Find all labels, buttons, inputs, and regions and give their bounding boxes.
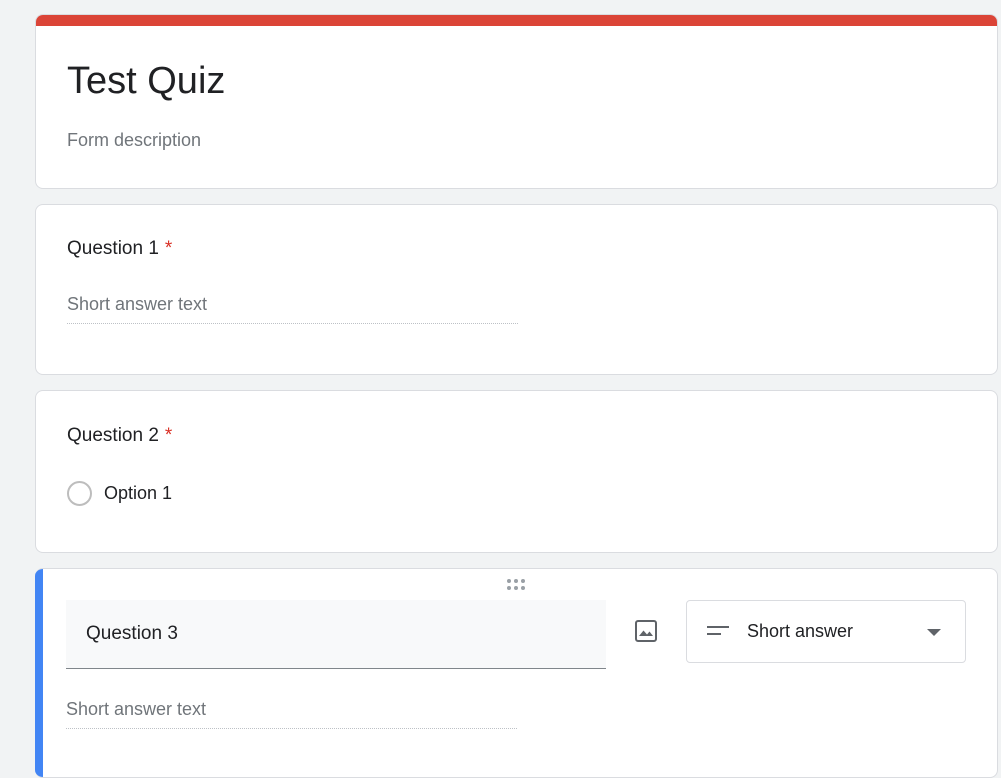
option-label: Option 1 bbox=[104, 483, 173, 503]
radio-button[interactable] bbox=[67, 481, 92, 506]
question-card-3-active[interactable]: Question 3 Short answer Short answer tex… bbox=[35, 568, 998, 778]
question-type-dropdown[interactable]: Short answer bbox=[686, 600, 966, 663]
question-card-2[interactable]: Question 2 * Option 1 bbox=[35, 390, 998, 553]
required-asterisk: * bbox=[164, 425, 173, 446]
short-answer-field: Short answer text bbox=[67, 294, 518, 324]
option-row[interactable]: Option 1 bbox=[67, 481, 172, 506]
question-title: Question 1 * bbox=[67, 238, 172, 260]
image-icon bbox=[635, 620, 657, 642]
question-title: Question 2 * bbox=[67, 425, 172, 447]
form-title[interactable]: Test Quiz bbox=[67, 59, 225, 103]
required-asterisk: * bbox=[164, 238, 173, 259]
form-header-card[interactable]: Test Quiz Form description bbox=[35, 14, 998, 189]
add-image-button[interactable] bbox=[631, 616, 661, 646]
question-type-label: Short answer bbox=[747, 621, 854, 641]
question-title-input[interactable]: Question 3 bbox=[66, 600, 606, 669]
question-title-text: Question 1 bbox=[67, 238, 159, 259]
active-indicator-bar bbox=[35, 569, 43, 777]
question-title-text: Question 3 bbox=[86, 623, 178, 644]
question-card-1[interactable]: Question 1 * Short answer text bbox=[35, 204, 998, 375]
drag-handle-icon[interactable] bbox=[507, 579, 527, 591]
chevron-down-icon bbox=[927, 629, 941, 636]
question-title-text: Question 2 bbox=[67, 425, 159, 446]
form-description-field[interactable]: Form description bbox=[67, 130, 201, 151]
form-theme-bar bbox=[36, 15, 997, 26]
short-answer-field: Short answer text bbox=[66, 699, 517, 729]
short-answer-lines-icon bbox=[707, 626, 729, 638]
